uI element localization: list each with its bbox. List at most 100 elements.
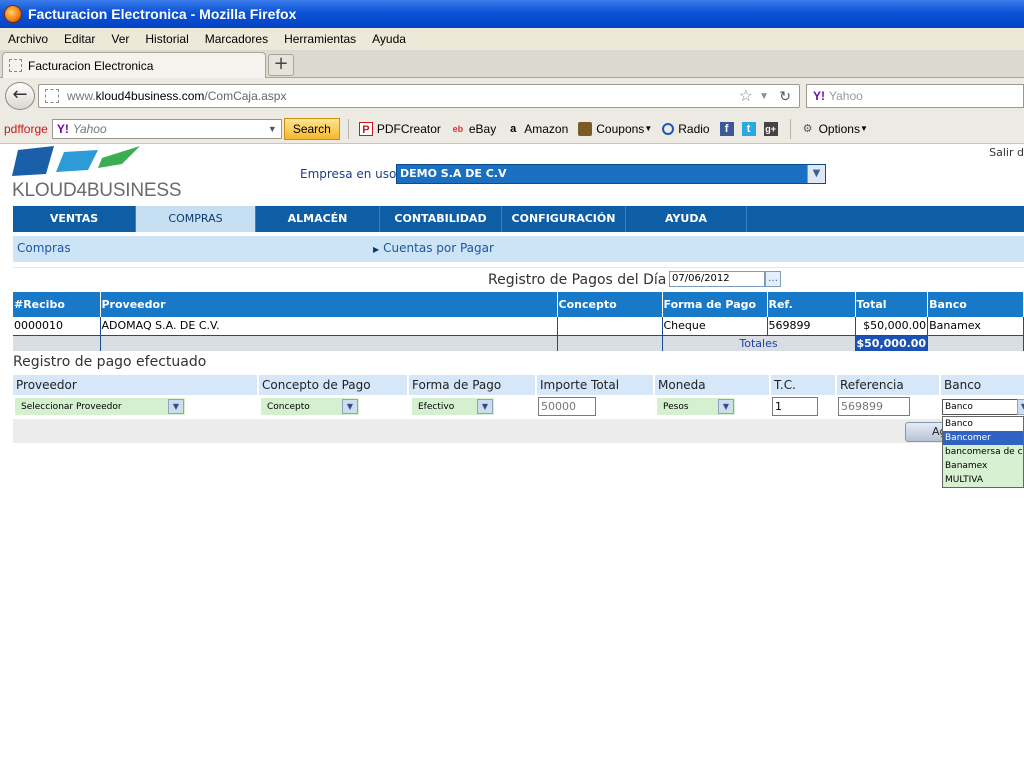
col-total[interactable]: Total (855, 292, 929, 317)
site-identity-icon (45, 89, 59, 103)
back-button[interactable]: ← (5, 82, 35, 110)
twitter-icon: t (741, 121, 756, 136)
chevron-down-icon[interactable]: ▼ (807, 165, 825, 183)
banco-dropdown-list: Banco Bancomer bancomersa de cv Banamex … (942, 416, 1024, 488)
cell-forma-pago: Cheque (662, 317, 768, 336)
pdfforge-logo[interactable]: pdfforge (4, 122, 48, 136)
ebay-button[interactable]: eb eBay (451, 121, 497, 136)
chevron-down-icon[interactable]: ▼ (718, 399, 734, 414)
banco-option[interactable]: Banco (943, 417, 1023, 431)
ebay-icon: eb (452, 123, 464, 134)
totals-row: Totales $50,000.00 (13, 335, 1024, 351)
facebook-button[interactable]: f (719, 121, 738, 136)
amazon-button[interactable]: a Amazon (506, 122, 568, 136)
menu-archivo[interactable]: Archivo (0, 32, 56, 46)
subnav-compras-link[interactable]: Compras (17, 241, 71, 255)
coupon-icon (578, 121, 593, 136)
banco-option-highlighted[interactable]: Bancomer (943, 431, 1023, 445)
chevron-down-icon[interactable]: ▼ (268, 124, 277, 134)
logo-mark-icon (12, 146, 140, 176)
url-bar[interactable]: www. kloud4business.com/ComCaja.aspx ☆ ▼ … (38, 84, 800, 108)
nav-almacen[interactable]: ALMACÉN (256, 206, 380, 232)
agregar-button[interactable]: Agregar (905, 422, 945, 442)
table-row[interactable]: 0000010 ADOMAQ S.A. DE C.V. Cheque 56989… (13, 317, 1024, 336)
gear-icon: ⚙ (802, 122, 813, 135)
date-input[interactable]: 07/06/2012 (669, 271, 765, 287)
url-history-dropdown-icon[interactable]: ▼ (759, 91, 769, 102)
form-input-row: Seleccionar Proveedor ▼ Concepto ▼ Efect… (13, 396, 1024, 419)
tc-input[interactable]: 1 (772, 397, 818, 416)
concepto-select-value: Concepto (267, 402, 310, 412)
cell-concepto (557, 317, 663, 336)
sub-nav: Compras ▶ Cuentas por Pagar (13, 236, 1024, 262)
toolbar-search-input[interactable]: Y! Yahoo ▼ (51, 118, 282, 139)
menu-ayuda[interactable]: Ayuda (364, 32, 414, 46)
nav-contabilidad[interactable]: CONTABILIDAD (380, 206, 502, 232)
subnav-cuentas-por-pagar-link[interactable]: ▶ Cuentas por Pagar (373, 241, 494, 255)
pdfcreator-button[interactable]: P PDFCreator (358, 121, 441, 136)
menu-marcadores[interactable]: Marcadores (197, 32, 276, 46)
importe-total-input[interactable]: 50000 (538, 397, 596, 416)
chevron-down-icon[interactable]: ▼ (1017, 399, 1024, 415)
reload-icon[interactable]: ↻ (779, 88, 791, 105)
moneda-select[interactable]: Pesos ▼ (657, 398, 735, 415)
facebook-icon: f (719, 121, 734, 136)
menu-historial[interactable]: Historial (137, 32, 196, 46)
col-concepto[interactable]: Concepto (557, 292, 663, 317)
col-recibo[interactable]: #Recibo (13, 292, 101, 317)
nav-compras[interactable]: COMPRAS (136, 206, 256, 232)
kloud4business-logo[interactable]: KLOUD4BUSINESS (12, 146, 182, 202)
forma-pago-select[interactable]: Efectivo ▼ (412, 398, 494, 415)
menu-herramientas[interactable]: Herramientas (276, 32, 364, 46)
logout-link[interactable]: Salir d (989, 146, 1024, 159)
menu-ver[interactable]: Ver (103, 32, 137, 46)
proveedor-select-value: Seleccionar Proveedor (21, 402, 122, 412)
chevron-down-icon: ▼ (859, 124, 868, 133)
banco-select[interactable]: Banco ▼ (942, 399, 1024, 415)
radio-button[interactable]: Radio (662, 122, 710, 136)
googleplus-button[interactable]: g+ (763, 121, 782, 136)
chevron-down-icon[interactable]: ▼ (477, 399, 493, 414)
banco-option[interactable]: bancomersa de cv (943, 445, 1023, 459)
form-head-referencia: Referencia (837, 375, 939, 395)
cell-recibo: 0000010 (13, 317, 101, 336)
nav-configuracion[interactable]: CONFIGURACIÓN (502, 206, 626, 232)
ebay-label: eBay (468, 121, 497, 136)
new-tab-button[interactable]: + (268, 54, 294, 76)
form-section-title: Registro de pago efectuado (13, 354, 207, 370)
twitter-button[interactable]: t (741, 121, 760, 136)
browser-search-box[interactable]: Y! Yahoo (806, 84, 1024, 108)
nav-ventas[interactable]: VENTAS (13, 206, 136, 232)
nav-ayuda[interactable]: AYUDA (626, 206, 747, 232)
options-label: Options (818, 121, 860, 136)
col-forma-pago[interactable]: Forma de Pago (662, 292, 768, 317)
chevron-down-icon[interactable]: ▼ (342, 399, 358, 414)
moneda-select-value: Pesos (663, 402, 689, 412)
toolbar-separator (347, 118, 349, 139)
cell-proveedor: ADOMAQ S.A. DE C.V. (100, 317, 558, 336)
banco-option[interactable]: Banamex (943, 459, 1023, 473)
page-content: KLOUD4BUSINESS Salir d Empresa en uso: D… (0, 144, 1024, 768)
empresa-select[interactable]: DEMO S.A DE C.V ▼ (396, 164, 826, 184)
yahoo-logo-icon: Y! (56, 121, 69, 136)
options-button[interactable]: ⚙ Options ▼ (801, 122, 868, 136)
referencia-input[interactable]: 569899 (838, 397, 910, 416)
toolbar-search-button[interactable]: Search (283, 117, 340, 140)
chevron-down-icon[interactable]: ▼ (168, 399, 184, 414)
table-header-row: #Recibo Proveedor Concepto Forma de Pago… (13, 292, 1024, 317)
coupons-button[interactable]: Coupons ▼ (578, 121, 652, 136)
radio-icon (662, 122, 675, 135)
banco-select-value: Banco (945, 402, 973, 412)
bookmark-star-icon[interactable]: ☆ (739, 86, 753, 106)
calendar-button-icon[interactable]: … (765, 271, 781, 287)
proveedor-select[interactable]: Seleccionar Proveedor ▼ (15, 398, 185, 415)
col-banco[interactable]: Banco (927, 292, 1024, 317)
browser-tab[interactable]: Facturacion Electronica (2, 52, 266, 78)
col-proveedor[interactable]: Proveedor (100, 292, 558, 317)
url-host: kloud4business.com (95, 89, 205, 103)
concepto-select[interactable]: Concepto ▼ (261, 398, 359, 415)
banco-option[interactable]: MULTIVA (943, 473, 1023, 487)
menu-editar[interactable]: Editar (56, 32, 103, 46)
navigation-bar: ← www. kloud4business.com/ComCaja.aspx ☆ … (0, 78, 1024, 114)
col-ref[interactable]: Ref. (767, 292, 856, 317)
